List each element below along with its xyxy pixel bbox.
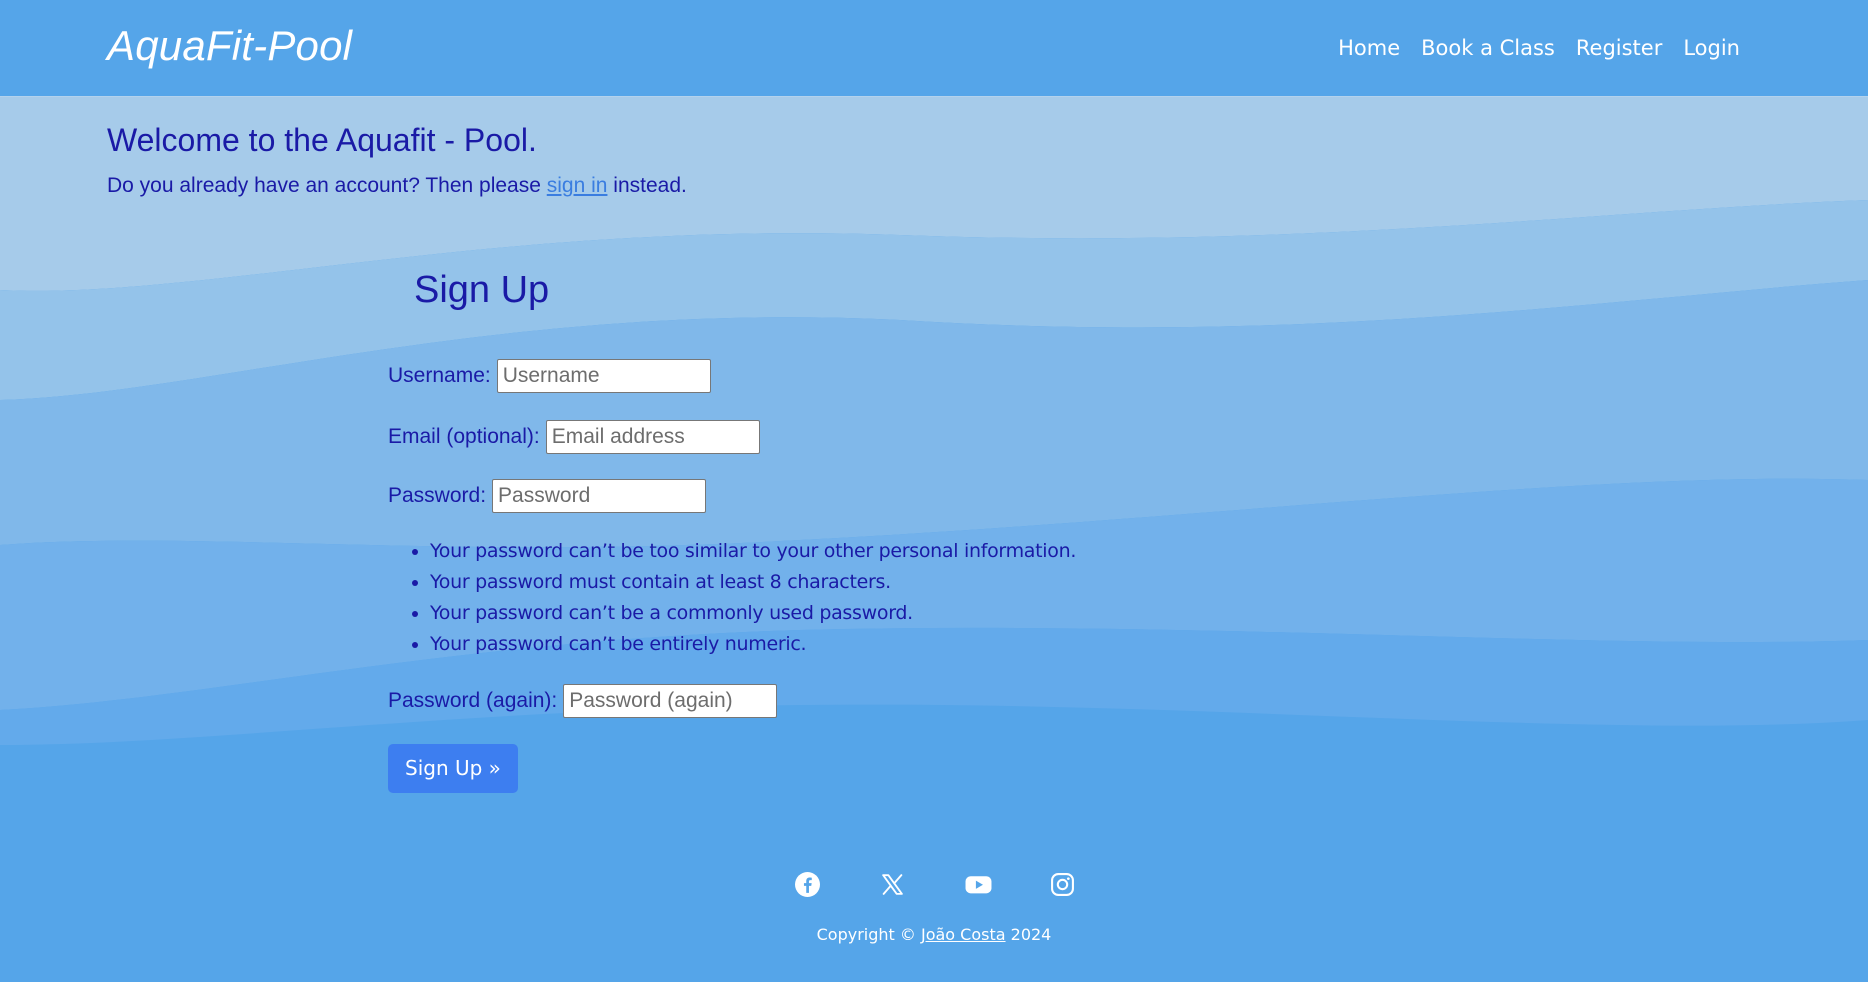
password-help-item: Your password must contain at least 8 ch…	[430, 567, 1076, 598]
password-help-item: Your password can’t be too similar to yo…	[430, 536, 1076, 567]
facebook-icon[interactable]	[795, 872, 820, 897]
email-input[interactable]	[545, 420, 760, 454]
username-input[interactable]	[496, 359, 711, 393]
nav-home-link[interactable]: Home	[1338, 36, 1400, 60]
password-label: Password:	[388, 484, 487, 507]
email-label: Email (optional):	[388, 425, 540, 448]
password-input[interactable]	[492, 479, 707, 513]
username-row: Username:	[388, 359, 711, 393]
password-again-input[interactable]	[563, 684, 778, 718]
signup-title: Sign Up	[414, 269, 550, 311]
nav-links: Home Book a Class Register Login	[1338, 36, 1740, 60]
password-help-item: Your password can’t be entirely numeric.	[430, 629, 1076, 660]
youtube-icon[interactable]	[965, 872, 992, 897]
password-again-row: Password (again):	[388, 684, 778, 718]
intro-text-after: instead.	[607, 174, 687, 197]
email-row: Email (optional):	[388, 420, 760, 454]
nav-book-class-link[interactable]: Book a Class	[1421, 36, 1555, 60]
password-help-list: Your password can’t be too similar to yo…	[388, 536, 1076, 660]
copyright-suffix: 2024	[1005, 925, 1052, 944]
intro-text-before: Do you already have an account? Then ple…	[107, 174, 547, 197]
sign-up-button[interactable]: Sign Up »	[388, 744, 518, 793]
brand-logo-link[interactable]: AquaFit-Pool	[107, 22, 352, 70]
copyright-text: Copyright © João Costa 2024	[0, 925, 1868, 944]
username-label: Username:	[388, 364, 491, 387]
navbar: AquaFit-Pool Home Book a Class Register …	[0, 0, 1868, 96]
password-row: Password:	[388, 479, 707, 513]
password-help-item: Your password can’t be a commonly used p…	[430, 598, 1076, 629]
author-link[interactable]: João Costa	[921, 925, 1006, 944]
password-again-label: Password (again):	[388, 689, 558, 712]
intro-text: Do you already have an account? Then ple…	[107, 174, 687, 198]
nav-register-link[interactable]: Register	[1576, 36, 1662, 60]
nav-login-link[interactable]: Login	[1683, 36, 1740, 60]
welcome-heading: Welcome to the Aquafit - Pool.	[107, 122, 537, 158]
x-icon[interactable]	[880, 872, 905, 897]
sign-in-link[interactable]: sign in	[547, 174, 608, 197]
instagram-icon[interactable]	[1050, 872, 1075, 897]
social-links	[795, 872, 1075, 897]
copyright-prefix: Copyright ©	[816, 925, 921, 944]
